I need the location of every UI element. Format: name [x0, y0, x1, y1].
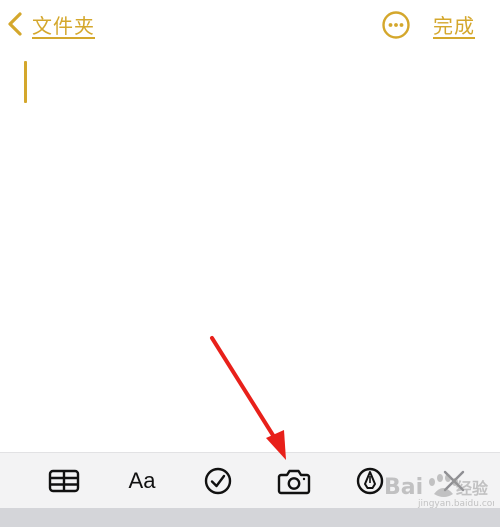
close-icon [443, 470, 465, 492]
insert-table-button[interactable] [46, 465, 82, 497]
text-cursor [24, 61, 27, 103]
camera-button[interactable] [276, 465, 312, 497]
done-button[interactable]: 完成 [433, 10, 475, 39]
more-options-button[interactable] [381, 10, 411, 40]
checkmark-circle-icon [204, 467, 232, 495]
back-button[interactable]: 文件夹 [6, 8, 95, 40]
navigation-bar: 文件夹 完成 [0, 0, 500, 50]
camera-icon [277, 469, 311, 495]
markup-button[interactable] [352, 465, 388, 497]
pen-tip-circle-icon [356, 467, 384, 495]
table-icon [48, 469, 80, 493]
text-format-icon: Aa [128, 468, 156, 493]
chevron-left-icon [8, 12, 22, 36]
keyboard-top-edge [0, 508, 500, 527]
note-body-editor[interactable] [0, 55, 500, 450]
formatting-toolbar: Aa [0, 452, 500, 509]
text-format-button[interactable]: Aa [124, 465, 160, 497]
back-label: 文件夹 [32, 13, 95, 38]
close-toolbar-button[interactable] [436, 465, 472, 497]
checklist-button[interactable] [200, 465, 236, 497]
ellipsis-circle-icon [382, 11, 410, 39]
